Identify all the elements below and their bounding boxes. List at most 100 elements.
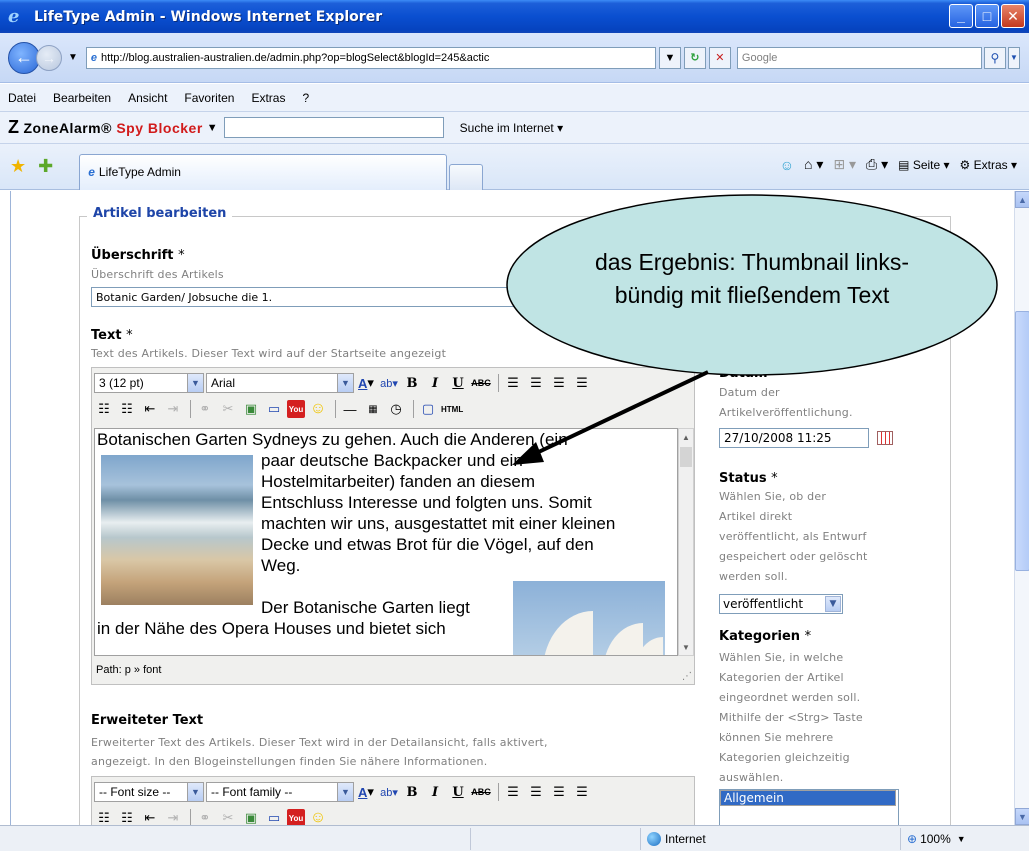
editor-content-area[interactable]: Botanischen Garten Sydneys zu gehen. Auc… (94, 428, 678, 656)
zonealarm-dropdown-icon[interactable]: ▼ (207, 122, 218, 134)
ext-highlight-color-icon[interactable]: ab▾ (379, 782, 399, 802)
indent-icon[interactable]: ⇥ (163, 399, 183, 419)
highlight-color-icon[interactable]: ab▾ (379, 373, 399, 393)
media-icon[interactable]: ▭ (264, 399, 284, 419)
address-dropdown-icon[interactable]: ▼ (658, 46, 681, 69)
scroll-up-icon[interactable]: ▲ (679, 429, 693, 445)
tools-menu[interactable]: ⚙ Extras ▾ (960, 158, 1017, 172)
opera-house-thumbnail-image[interactable] (513, 581, 665, 655)
fullscreen-icon[interactable]: ▢ (418, 399, 438, 419)
bullet-list-icon[interactable]: ☷ (94, 399, 114, 419)
messenger-icon[interactable]: ☺ (780, 157, 794, 173)
ext-font-family-select[interactable]: -- Font family -- ▼ (206, 782, 354, 802)
scroll-down-icon[interactable]: ▼ (1015, 808, 1029, 825)
font-color-icon[interactable]: A ▾ (356, 373, 376, 393)
scroll-up-icon[interactable]: ▲ (1015, 191, 1029, 208)
image-icon[interactable]: ▣ (241, 399, 261, 419)
menu-edit[interactable]: Bearbeiten (53, 91, 111, 105)
ext-unlink-icon[interactable]: ✂ (218, 808, 238, 825)
date-insert-icon[interactable]: ▦ (363, 399, 383, 419)
category-option-selected[interactable]: Allgemein (720, 790, 896, 806)
ext-bullet-list-icon[interactable]: ☷ (94, 808, 114, 825)
ext-align-justify-icon[interactable]: ☰ (572, 782, 592, 802)
zonealarm-search-button[interactable]: Suche im Internet ▾ (460, 121, 563, 135)
menu-favorites[interactable]: Favoriten (184, 91, 234, 105)
align-left-icon[interactable]: ☰ (503, 373, 523, 393)
font-family-select[interactable]: Arial ▼ (206, 373, 354, 393)
menu-tools[interactable]: Extras (251, 91, 285, 105)
ext-bold-button[interactable]: B (402, 782, 422, 802)
window-title-bar[interactable]: e LifeType Admin - Windows Internet Expl… (0, 0, 1029, 33)
minimize-button[interactable]: _ (949, 4, 973, 28)
forward-button[interactable]: → (36, 44, 62, 71)
ext-numbered-list-icon[interactable]: ☷ (117, 808, 137, 825)
page-menu[interactable]: ▤ Seite ▾ (898, 158, 949, 172)
ext-align-right-icon[interactable]: ☰ (549, 782, 569, 802)
security-zone[interactable]: Internet (640, 827, 900, 850)
ext-indent-icon[interactable]: ⇥ (163, 808, 183, 825)
ext-outdent-icon[interactable]: ⇤ (140, 808, 160, 825)
ext-align-center-icon[interactable]: ☰ (526, 782, 546, 802)
youtube-icon[interactable]: You (287, 400, 305, 418)
ext-font-color-icon[interactable]: A ▾ (356, 782, 376, 802)
ext-italic-button[interactable]: I (425, 782, 445, 802)
ext-emoticon-icon[interactable]: ☺ (308, 808, 328, 825)
ext-underline-button[interactable]: U (448, 782, 468, 802)
underline-button[interactable]: U (448, 373, 468, 393)
zonealarm-logo[interactable]: Z ZoneAlarm® Spy Blocker (8, 117, 203, 138)
html-source-button[interactable]: HTML (441, 399, 463, 419)
menu-view[interactable]: Ansicht (128, 91, 167, 105)
emoticon-icon[interactable]: ☺ (308, 399, 328, 419)
print-icon[interactable]: ⎙ ▾ (866, 156, 888, 173)
numbered-list-icon[interactable]: ☷ (117, 399, 137, 419)
stop-button[interactable]: ✕ (708, 46, 731, 69)
ext-strikethrough-button[interactable]: ABC (471, 782, 491, 802)
ext-font-size-select[interactable]: -- Font size -- ▼ (94, 782, 204, 802)
resize-grip-icon[interactable]: ⋰ (682, 671, 692, 682)
new-tab-button[interactable] (449, 163, 484, 190)
ext-align-left-icon[interactable]: ☰ (503, 782, 523, 802)
ext-youtube-icon[interactable]: You (287, 809, 305, 825)
tab-lifetype-admin[interactable]: e LifeType Admin (79, 153, 448, 190)
zonealarm-search-input[interactable] (223, 117, 444, 138)
beach-thumbnail-image[interactable] (101, 455, 253, 605)
menu-help[interactable]: ? (302, 91, 309, 105)
date-input[interactable]: 27/10/2008 11:25 (719, 428, 869, 448)
font-size-select[interactable]: 3 (12 pt) ▼ (94, 373, 204, 393)
align-center-icon[interactable]: ☰ (526, 373, 546, 393)
add-favorite-icon[interactable]: ✚ (38, 156, 53, 177)
feeds-icon[interactable]: ⊞ ▾ (833, 156, 856, 173)
title-input[interactable]: Botanic Garden/ Jobsuche die 1. (91, 287, 521, 307)
time-insert-icon[interactable]: ◷ (386, 399, 406, 419)
zoom-level[interactable]: ⊕ 100% ▼ (900, 827, 1010, 850)
favorites-star-icon[interactable]: ★ (10, 156, 26, 177)
italic-button[interactable]: I (425, 373, 445, 393)
editor-scrollbar[interactable]: ▲ ▼ (678, 428, 694, 656)
outdent-icon[interactable]: ⇤ (140, 399, 160, 419)
align-justify-icon[interactable]: ☰ (572, 373, 592, 393)
search-icon[interactable]: ⚲ (983, 46, 1006, 69)
link-icon[interactable]: ⚭ (195, 399, 215, 419)
home-icon[interactable]: ⌂ ▾ (804, 156, 823, 173)
maximize-button[interactable]: □ (975, 4, 999, 28)
strikethrough-button[interactable]: ABC (471, 373, 491, 393)
ext-media-icon[interactable]: ▭ (264, 808, 284, 825)
address-input[interactable]: e http://blog.australien-australien.de/a… (85, 46, 656, 69)
calendar-icon[interactable] (877, 431, 893, 445)
bold-button[interactable]: B (402, 373, 422, 393)
horizontal-rule-icon[interactable]: — (340, 399, 360, 419)
page-scrollbar[interactable]: ▲ ▼ (1014, 191, 1029, 825)
unlink-icon[interactable]: ✂ (218, 399, 238, 419)
search-options-icon[interactable]: ▼ (1007, 46, 1020, 69)
search-input[interactable]: Google (736, 46, 982, 69)
editor-scroll-thumb[interactable] (680, 447, 692, 467)
status-select[interactable]: veröffentlicht ▼ (719, 594, 843, 614)
ext-link-icon[interactable]: ⚭ (195, 808, 215, 825)
page-scroll-thumb[interactable] (1015, 311, 1029, 571)
close-button[interactable]: ✕ (1001, 4, 1025, 28)
categories-listbox[interactable]: Allgemein (719, 789, 899, 825)
menu-file[interactable]: Datei (8, 91, 36, 105)
align-right-icon[interactable]: ☰ (549, 373, 569, 393)
scroll-down-icon[interactable]: ▼ (679, 639, 693, 655)
refresh-button[interactable]: ↻ (683, 46, 706, 69)
